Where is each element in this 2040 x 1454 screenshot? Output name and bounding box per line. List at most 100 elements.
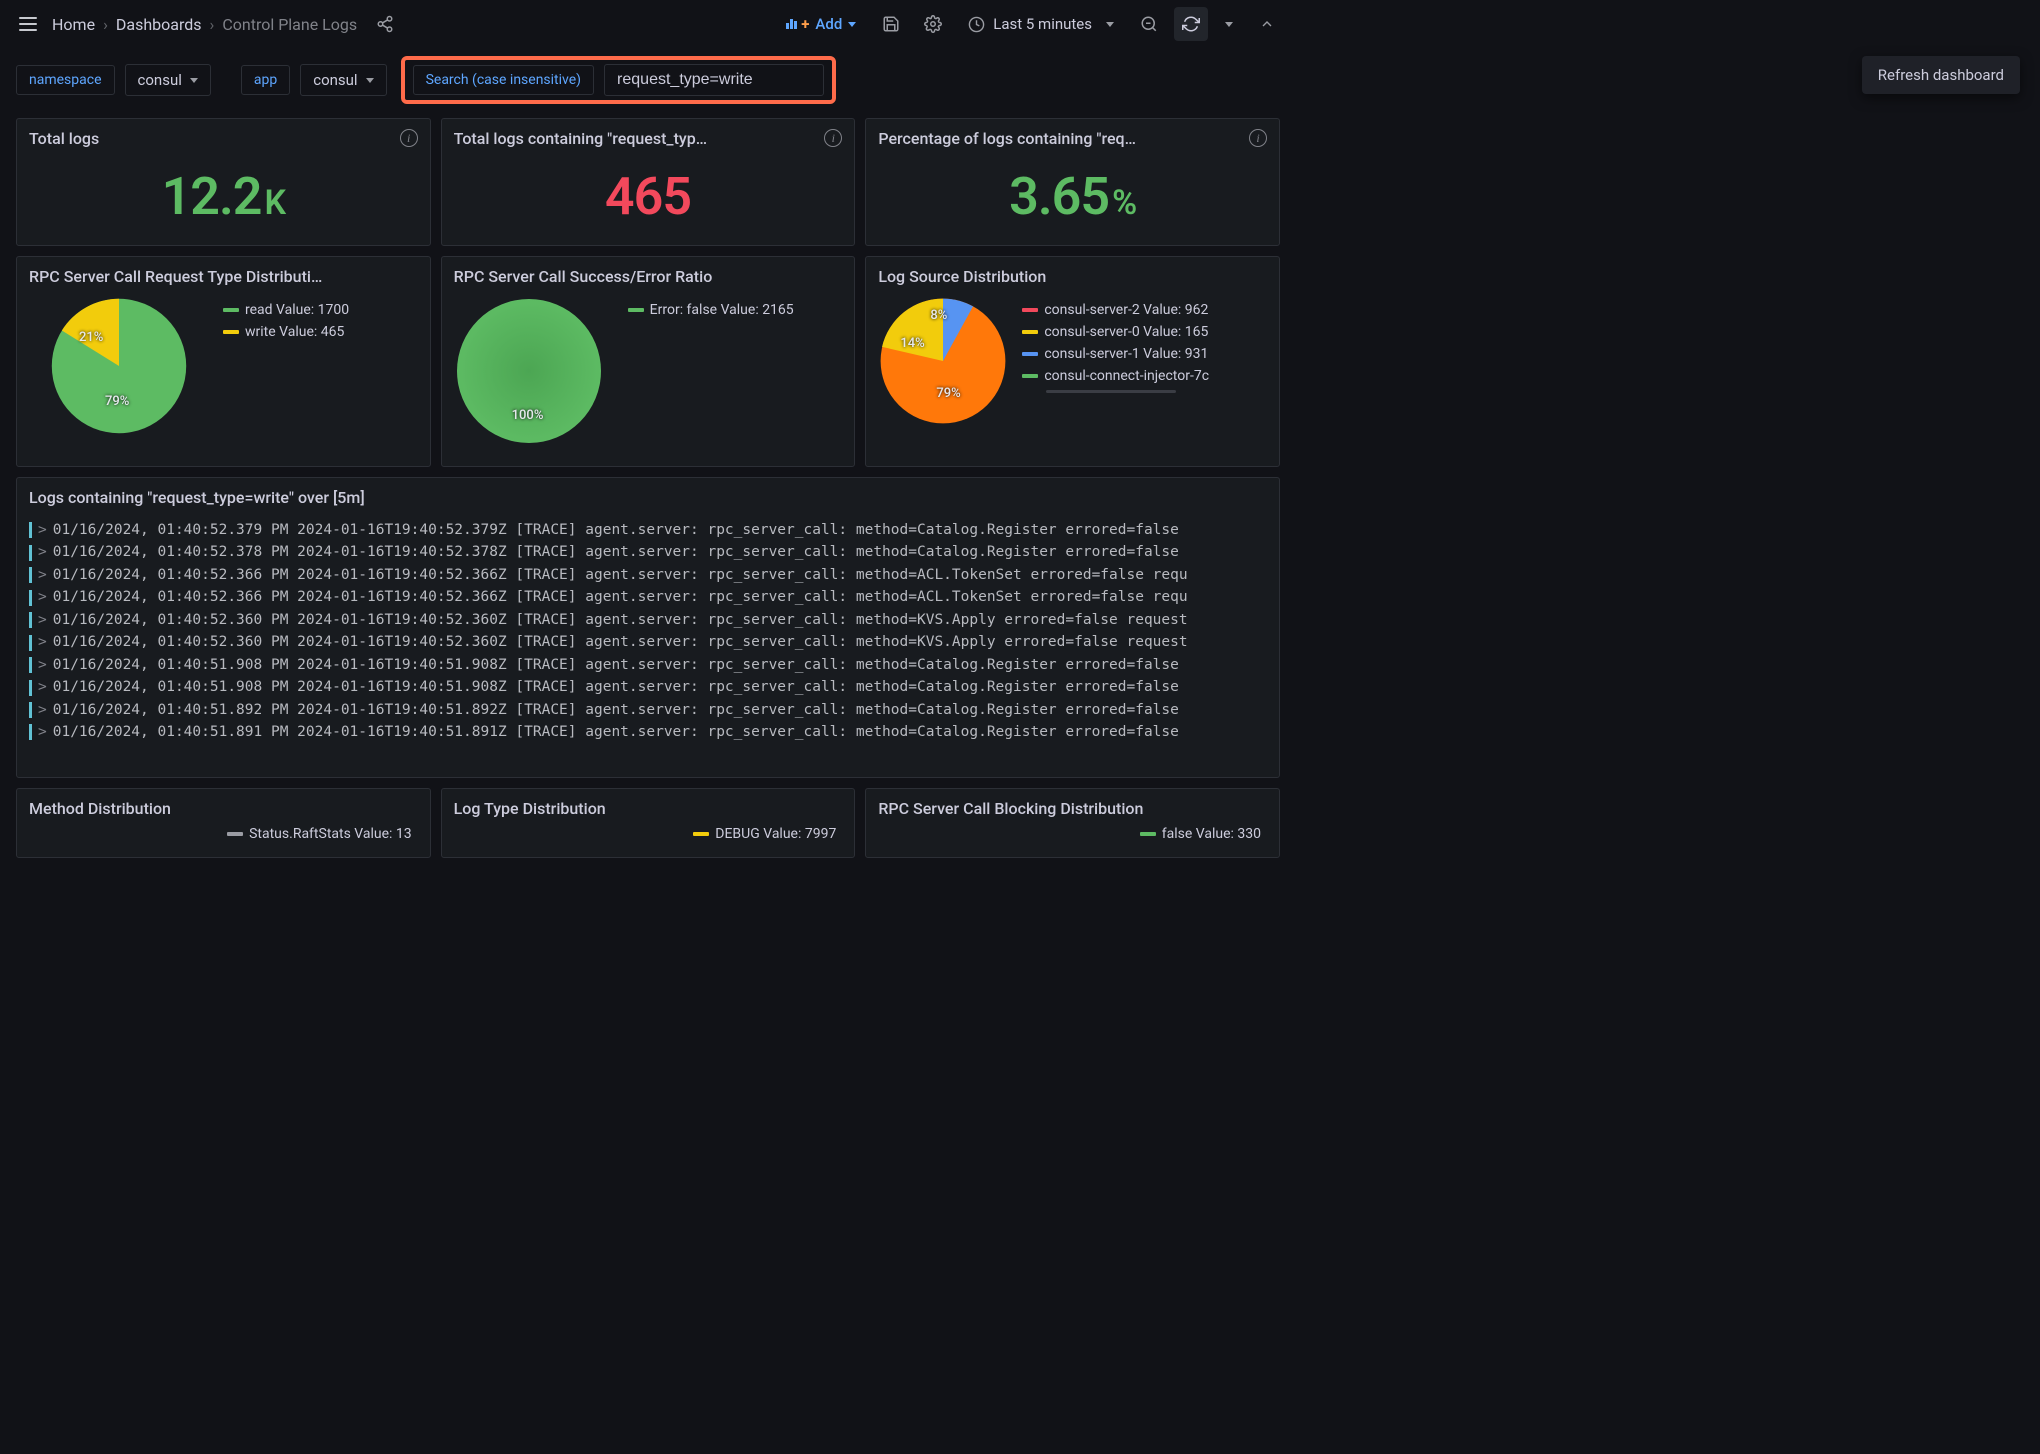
legend-item[interactable]: write Value: 465 [223,324,418,340]
breadcrumb: Home › Dashboards › Control Plane Logs [52,15,357,34]
panel-logs[interactable]: Logs containing "request_type=write" ove… [16,477,1280,778]
expand-caret-icon[interactable]: > [38,519,47,541]
expand-caret-icon[interactable]: > [38,721,47,743]
legend-item[interactable]: consul-server-1 Value: 931 [1022,346,1267,362]
collapse-icon[interactable] [1250,7,1284,41]
search-label[interactable]: Search (case insensitive) [413,65,594,95]
breadcrumb-current[interactable]: Control Plane Logs [222,15,357,34]
panel-title: RPC Server Call Success/Error Ratio [454,267,813,286]
chevron-down-icon [1225,22,1233,27]
legend-item[interactable]: DEBUG Value: 7997 [454,826,843,842]
panel-total-logs[interactable]: Total logs i 12.2K [16,118,431,246]
log-level-bar [29,680,32,696]
log-row[interactable]: >01/16/2024, 01:40:52.360 PM 2024-01-16T… [29,631,1267,653]
expand-caret-icon[interactable]: > [38,676,47,698]
namespace-value: consul [138,71,182,89]
info-icon[interactable]: i [1249,129,1267,147]
log-row[interactable]: >01/16/2024, 01:40:51.908 PM 2024-01-16T… [29,654,1267,676]
menu-icon[interactable] [12,8,44,40]
topbar: Home › Dashboards › Control Plane Logs +… [0,0,1296,48]
log-row[interactable]: >01/16/2024, 01:40:51.908 PM 2024-01-16T… [29,676,1267,698]
expand-caret-icon[interactable]: > [38,631,47,653]
log-level-bar [29,567,32,583]
app-value: consul [313,71,357,89]
breadcrumb-dashboards[interactable]: Dashboards [116,15,202,34]
expand-caret-icon[interactable]: > [38,586,47,608]
log-text: 01/16/2024, 01:40:52.366 PM 2024-01-16T1… [53,564,1188,586]
log-level-bar [29,702,32,718]
zoom-out-icon[interactable] [1132,7,1166,41]
pie-slice-label: 100% [512,408,544,423]
log-row[interactable]: >01/16/2024, 01:40:51.891 PM 2024-01-16T… [29,721,1267,743]
panel-title: Logs containing "request_type=write" ove… [29,488,1237,507]
legend-swatch [227,832,243,836]
legend-item[interactable]: consul-server-2 Value: 962 [1022,302,1267,318]
refresh-interval-dropdown[interactable] [1216,7,1242,41]
panel-rpc-success[interactable]: RPC Server Call Success/Error Ratio 100%… [441,256,856,467]
log-text: 01/16/2024, 01:40:51.892 PM 2024-01-16T1… [53,699,1179,721]
namespace-label[interactable]: namespace [16,65,115,95]
log-row[interactable]: >01/16/2024, 01:40:52.378 PM 2024-01-16T… [29,541,1267,563]
logs-body[interactable]: >01/16/2024, 01:40:52.379 PM 2024-01-16T… [29,507,1267,767]
legend-item[interactable]: Status.RaftStats Value: 13 [29,826,418,842]
legend-item[interactable]: consul-server-0 Value: 165 [1022,324,1267,340]
log-text: 01/16/2024, 01:40:52.360 PM 2024-01-16T1… [53,631,1188,653]
search-highlight-box: Search (case insensitive) [401,56,836,104]
pie-slice-label: 8% [930,308,947,323]
legend-item[interactable]: consul-connect-injector-7c [1022,368,1267,384]
log-row[interactable]: >01/16/2024, 01:40:52.360 PM 2024-01-16T… [29,609,1267,631]
filter-row: namespace consul app consul Search (case… [0,48,1296,118]
panel-method-dist[interactable]: Method Distribution Status.RaftStats Val… [16,788,431,858]
add-button[interactable]: + Add [776,9,866,39]
panel-blocking-dist[interactable]: RPC Server Call Blocking Distribution fa… [865,788,1280,858]
panel-title: Total logs containing "request_typ… [454,129,813,148]
panel-title: RPC Server Call Blocking Distribution [878,799,1237,818]
expand-caret-icon[interactable]: > [38,654,47,676]
legend-item[interactable]: Error: false Value: 2165 [628,302,843,318]
panel-rpc-type[interactable]: RPC Server Call Request Type Distributi…… [16,256,431,467]
legend-label: write Value: 465 [245,324,344,340]
pie-legend: read Value: 1700 write Value: 465 [223,296,418,346]
log-text: 01/16/2024, 01:40:52.378 PM 2024-01-16T1… [53,541,1179,563]
panel-legend: Status.RaftStats Value: 13 [29,818,418,842]
namespace-select[interactable]: consul [125,64,211,96]
panel-legend: DEBUG Value: 7997 [454,818,843,842]
panel-total-match[interactable]: Total logs containing "request_typ… i 46… [441,118,856,246]
panel-log-source[interactable]: Log Source Distribution 79% 14% 8% consu… [865,256,1280,467]
save-icon[interactable] [874,7,908,41]
legend-item[interactable]: false Value: 330 [878,826,1267,842]
chevron-down-icon [190,78,198,83]
log-row[interactable]: >01/16/2024, 01:40:51.892 PM 2024-01-16T… [29,699,1267,721]
stat-value: 465 [454,148,843,235]
legend-label: Status.RaftStats Value: 13 [249,826,412,842]
panel-logtype-dist[interactable]: Log Type Distribution DEBUG Value: 7997 [441,788,856,858]
info-icon[interactable]: i [400,129,418,147]
plus-icon: + [801,15,809,33]
search-input[interactable] [604,64,824,96]
panel-title: Total logs [29,129,388,148]
breadcrumb-home[interactable]: Home [52,15,95,34]
log-row[interactable]: >01/16/2024, 01:40:52.366 PM 2024-01-16T… [29,586,1267,608]
expand-caret-icon[interactable]: > [38,609,47,631]
refresh-icon[interactable] [1174,7,1208,41]
legend-scrollbar[interactable] [1046,390,1176,393]
legend-swatch [1022,374,1038,378]
chevron-right-icon: › [210,15,215,34]
panel-title: RPC Server Call Request Type Distributi… [29,267,388,286]
share-icon[interactable] [371,10,399,38]
log-row[interactable]: >01/16/2024, 01:40:52.379 PM 2024-01-16T… [29,519,1267,541]
legend-label: Error: false Value: 2165 [650,302,794,318]
gear-icon[interactable] [916,7,950,41]
expand-caret-icon[interactable]: > [38,699,47,721]
info-icon[interactable]: i [824,129,842,147]
expand-caret-icon[interactable]: > [38,564,47,586]
panel-percent-match[interactable]: Percentage of logs containing "req… i 3.… [865,118,1280,246]
time-picker[interactable]: Last 5 minutes [958,9,1124,39]
app-label[interactable]: app [241,65,290,95]
log-level-bar [29,657,32,673]
panel-title: Percentage of logs containing "req… [878,129,1237,148]
expand-caret-icon[interactable]: > [38,541,47,563]
log-row[interactable]: >01/16/2024, 01:40:52.366 PM 2024-01-16T… [29,564,1267,586]
legend-item[interactable]: read Value: 1700 [223,302,418,318]
app-select[interactable]: consul [300,64,386,96]
